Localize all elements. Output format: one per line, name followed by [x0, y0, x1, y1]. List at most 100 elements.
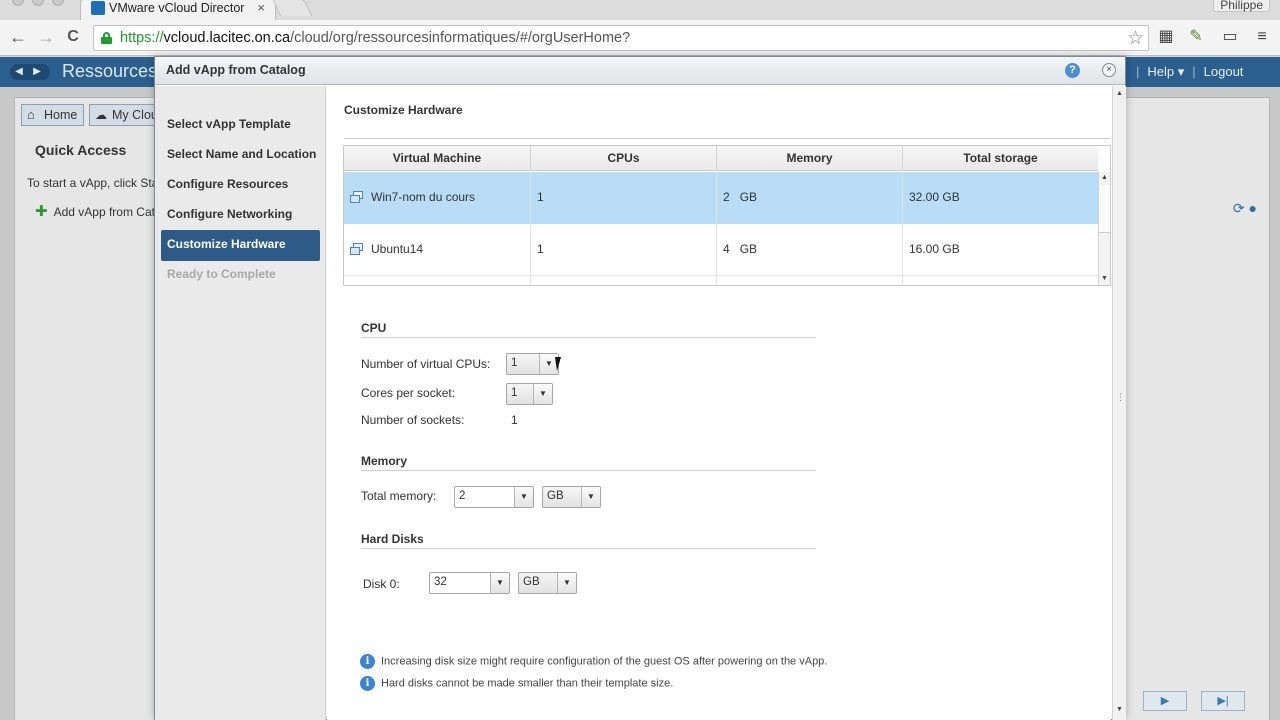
table-empty-row [344, 276, 1098, 285]
close-window-icon[interactable] [12, 0, 24, 6]
app-header-links: | Help ▾ | Logout [1136, 64, 1244, 79]
column-header-cpus[interactable]: CPUs [531, 146, 717, 171]
cast-icon[interactable]: ▭ [1220, 27, 1240, 47]
total-memory-input[interactable]: 2 ▼ [454, 486, 534, 508]
info-note: i Increasing disk size might require conf… [360, 654, 827, 669]
scroll-thumb[interactable] [1099, 185, 1110, 233]
minimize-window-icon[interactable] [32, 0, 44, 6]
info-note: i Hard disks cannot be made smaller than … [360, 676, 673, 691]
column-header-vm[interactable]: Virtual Machine [344, 146, 531, 171]
url-text[interactable]: https://vcloud.lacitec.on.ca/cloud/org/r… [120, 30, 630, 46]
step-configure-networking[interactable]: Configure Networking [161, 200, 320, 228]
step-select-vapp-template[interactable]: Select vApp Template [161, 110, 320, 138]
cpu-section-title: CPU [361, 321, 387, 335]
vcpus-select[interactable]: 1 ▼ [506, 353, 559, 375]
tab-home[interactable]: ⌂ Home [21, 104, 85, 126]
memory-unit-select[interactable]: GB ▼ [542, 486, 601, 508]
memory-cell: 4 GB [717, 224, 903, 276]
scroll-down-icon[interactable]: ▼ [1099, 273, 1110, 285]
disk0-size-input[interactable]: 32 ▼ [429, 572, 510, 594]
table-row[interactable]: Ubuntu14 1 4 GB 16.00 GB [344, 224, 1098, 276]
chevron-down-icon[interactable]: ▼ [533, 384, 552, 404]
dialog-title: Add vApp from Catalog [166, 63, 306, 77]
nav-left-icon[interactable]: ◀ [10, 64, 28, 80]
evernote-extension-icon[interactable]: ✎ [1186, 27, 1206, 47]
logout-link[interactable]: Logout [1204, 64, 1244, 79]
disk0-label: Disk 0: [363, 577, 400, 591]
browser-toolbar: ← → C https://vcloud.lacitec.on.ca/cloud… [0, 20, 1280, 56]
divider [361, 548, 816, 549]
vm-table: Virtual Machine CPUs Memory Total storag… [343, 145, 1111, 286]
vm-name-cell: Ubuntu14 [344, 224, 531, 276]
browser-tab[interactable]: VMware vCloud Director × [80, 0, 276, 20]
chevron-down-icon[interactable]: ▼ [490, 573, 509, 593]
tab-title: VMware vCloud Director [109, 1, 245, 15]
profile-button[interactable]: Philippe [1213, 0, 1270, 12]
chevron-down-icon[interactable]: ▼ [581, 487, 600, 507]
maximize-window-icon[interactable] [52, 0, 64, 6]
info-icon: i [360, 654, 375, 669]
dialog-help-icon[interactable]: ? [1065, 63, 1080, 78]
dialog-scrollbar[interactable]: ▲ ⋮ ▼ [1112, 86, 1126, 720]
nav-right-icon[interactable]: ▶ [28, 64, 46, 80]
step-customize-hardware[interactable]: Customize Hardware [161, 230, 320, 261]
wizard-content: Customize Hardware Virtual Machine CPUs … [327, 86, 1111, 720]
divider [361, 470, 816, 471]
info-icon: i [360, 676, 375, 691]
scroll-down-icon[interactable]: ▼ [1113, 704, 1126, 716]
lock-icon [101, 32, 112, 44]
wizard-steps: Select vApp Template Select Name and Loc… [155, 86, 326, 720]
sockets-value: 1 [511, 413, 518, 427]
menu-icon[interactable]: ≡ [1252, 27, 1272, 47]
plus-icon: ✚ [35, 203, 48, 220]
film-extension-icon[interactable]: ▦ [1156, 27, 1176, 47]
vm-name-cell: Win7-nom du cours [344, 172, 531, 224]
dialog-titlebar: Add vApp from Catalog ? × [155, 57, 1125, 85]
column-header-storage[interactable]: Total storage [903, 146, 1098, 171]
scroll-up-icon[interactable]: ▲ [1099, 172, 1110, 184]
reload-icon[interactable]: C [63, 27, 83, 47]
vcloud-favicon-icon [91, 1, 105, 15]
tab-close-icon[interactable]: × [257, 0, 265, 15]
app-nav-arrows[interactable]: ◀ ▶ [10, 64, 50, 80]
forward-icon[interactable]: → [36, 27, 56, 47]
table-header: Virtual Machine CPUs Memory Total storag… [344, 146, 1098, 171]
scroll-grip-icon[interactable]: ⋮ [1116, 392, 1125, 403]
vcpus-label: Number of virtual CPUs: [361, 357, 491, 371]
new-tab-button[interactable] [271, 0, 313, 16]
memory-cell: 2 GB [717, 172, 903, 224]
browser-tab-bar: VMware vCloud Director × Philippe [0, 0, 1280, 20]
column-header-memory[interactable]: Memory [717, 146, 903, 171]
hard-disks-section-title: Hard Disks [361, 532, 424, 546]
help-circle-icon[interactable]: ● [1249, 200, 1257, 216]
divider [344, 138, 1110, 139]
chevron-down-icon[interactable]: ▼ [514, 487, 533, 507]
storage-cell: 16.00 GB [909, 242, 960, 256]
disk0-unit-select[interactable]: GB ▼ [518, 572, 577, 594]
back-icon[interactable]: ← [8, 27, 28, 47]
scroll-up-icon[interactable]: ▲ [1113, 88, 1126, 100]
chevron-down-icon[interactable]: ▼ [557, 573, 576, 593]
add-vapp-dialog: Add vApp from Catalog ? × Select vApp Te… [154, 56, 1126, 720]
next-page-icon[interactable]: ▶ [1143, 691, 1187, 711]
home-icon: ⌂ [27, 107, 35, 122]
divider [361, 337, 816, 338]
address-bar[interactable]: https://vcloud.lacitec.on.ca/cloud/org/r… [93, 25, 1149, 51]
bookmark-star-icon[interactable]: ☆ [1127, 27, 1144, 50]
last-page-icon[interactable]: ▶| [1201, 691, 1245, 711]
table-row[interactable]: Win7-nom du cours 1 2 GB 32.00 GB [344, 172, 1098, 224]
page-title: Customize Hardware [344, 103, 463, 117]
table-scrollbar[interactable]: ▲ ▼ [1098, 172, 1110, 285]
step-select-name-location[interactable]: Select Name and Location [161, 140, 320, 168]
dialog-close-icon[interactable]: × [1102, 63, 1116, 77]
pager: ▶ ▶| [1129, 691, 1245, 711]
cores-per-socket-select[interactable]: 1 ▼ [506, 383, 553, 405]
quick-access-text: To start a vApp, click Sta [27, 176, 159, 190]
quick-access-title: Quick Access [35, 142, 127, 158]
refresh-icon[interactable]: ⟳ [1233, 200, 1245, 216]
step-configure-resources[interactable]: Configure Resources [161, 170, 320, 198]
add-vapp-link[interactable]: ✚ Add vApp from Cat [35, 202, 155, 220]
step-ready-to-complete: Ready to Complete [167, 267, 276, 281]
help-menu[interactable]: Help ▾ [1147, 64, 1184, 79]
cores-per-socket-label: Cores per socket: [361, 386, 456, 400]
